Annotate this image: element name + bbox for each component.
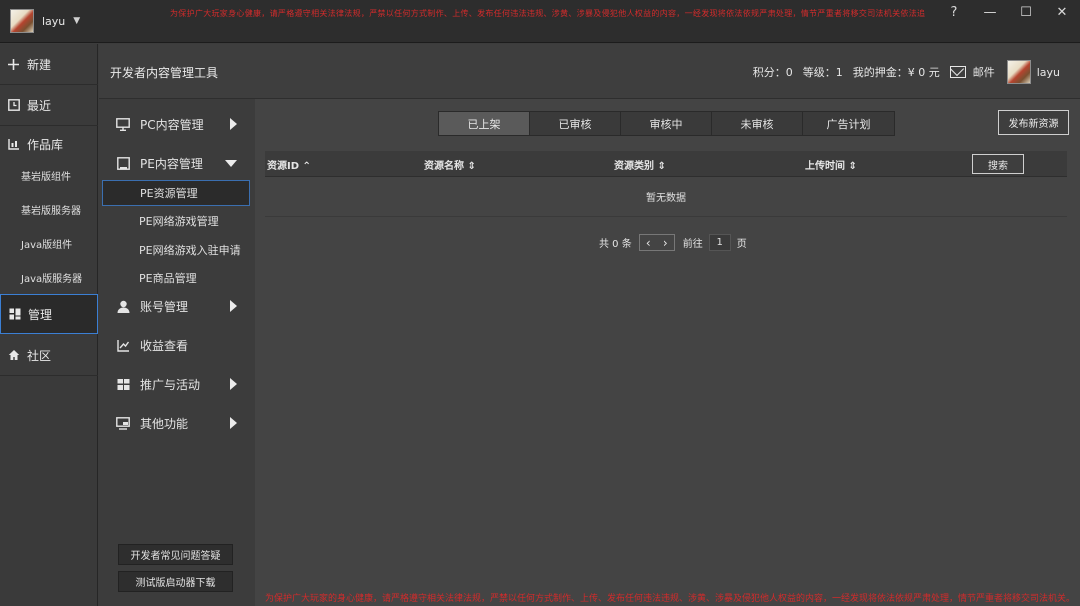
goto-label: 前往 [682,239,703,250]
sidebar-item-label: PC内容管理 [140,118,204,132]
minimize-button[interactable]: — [972,0,1008,24]
tablet-icon [116,157,130,171]
title-bar: layu ▼ 为保护广大玩家身心健康，请严格遵守相关法律法规，严禁以任何方式制作… [0,0,1080,43]
sidebar-item-label: 其他功能 [140,417,189,431]
rail-item-recent[interactable]: 最近 [0,85,98,125]
status-tabs: 已上架 已审核 审核中 未审核 广告计划 [438,111,895,136]
faq-button[interactable]: 开发者常见问题答疑 [118,544,233,565]
mail-icon[interactable] [949,66,966,78]
maximize-button[interactable]: ☐ [1008,0,1044,24]
sidebar-item-account[interactable]: 账号管理 [99,287,255,326]
chevron-down-icon[interactable]: ▼ [73,16,80,26]
mail-link[interactable]: 邮件 [973,64,995,80]
beta-launcher-download-button[interactable]: 测试版启动器下载 [118,571,233,592]
empty-state: 暂无数据 [265,177,1067,217]
user-menu[interactable]: layu ▼ [10,9,80,33]
main-content: 已上架 已审核 审核中 未审核 广告计划 发布新资源 资源ID ⌃ 资源名称 ⇕… [255,99,1080,606]
avatar[interactable] [1006,60,1031,84]
deposit-label: 我的押金：¥ 0 元 [852,66,940,79]
chevron-right-icon [230,300,237,312]
search-button[interactable]: 搜索 [972,154,1024,174]
account-summary: 积分：0 等级：1 我的押金：¥ 0 元 邮件 layu [743,60,1060,84]
prev-page-button[interactable]: ‹ [646,236,651,250]
page-title: 开发者内容管理工具 [110,66,219,80]
home-icon [7,349,20,362]
sidebar-subitem-pe-online-game[interactable]: PE网络游戏管理 [102,208,250,234]
resource-table: 资源ID ⌃ 资源名称 ⇕ 资源类别 ⇕ 上传时间 ⇕ 搜索 暂无数据 [265,151,1067,217]
sidebar-subitem-pe-resource[interactable]: PE资源管理 [102,180,250,206]
tab-reviewing[interactable]: 审核中 [621,112,712,135]
rail-item-label: 作品库 [27,137,64,152]
column-resource-category[interactable]: 资源类别 ⇕ [614,151,666,177]
sidebar-item-pc-content[interactable]: PC内容管理 [99,105,255,144]
username: layu [1036,65,1060,79]
chevron-right-icon [230,417,237,429]
sidebar-item-label: PE内容管理 [140,157,203,171]
sidebar-item-label: 收益查看 [140,339,189,353]
rail-item-label: 最近 [27,98,52,113]
next-page-button[interactable]: › [663,236,668,250]
rail-subitem-bedrock-component[interactable]: 基岩版组件 [0,158,98,192]
total-count: 共 0 条 [599,239,632,250]
chevron-right-icon [230,118,237,130]
divider [0,375,98,376]
window-controls: ? — ☐ ✕ [936,0,1080,24]
tab-ad-plan[interactable]: 广告计划 [803,112,894,135]
sidebar-item-earnings[interactable]: 收益查看 [99,326,255,365]
username: layu [42,14,66,28]
rail-item-label: 新建 [27,57,52,72]
chevron-down-icon [225,160,237,167]
footer-notice: 为保护广大玩家的身心健康，请严格遵守相关法律法规，严禁以任何方式制作、上传、发布… [265,594,1076,604]
avatar[interactable] [10,9,34,33]
chart-trend-icon [116,339,130,353]
chevron-right-icon [230,378,237,390]
left-rail: 新建 最近 作品库 基岩版组件 基岩版服务器 Java版组件 Java版服务器 … [0,44,98,606]
publish-new-resource-button[interactable]: 发布新资源 [998,110,1069,135]
top-notice: 为保护广大玩家身心健康，请严格遵守相关法律法规，严禁以任何方式制作、上传、发布任… [170,9,925,18]
plus-icon [7,58,20,71]
user-icon [116,300,130,314]
sidebar-item-other[interactable]: 其他功能 [99,404,255,443]
library-icon [7,138,20,151]
sidebar-item-label: 账号管理 [140,300,189,314]
tab-unreviewed[interactable]: 未审核 [712,112,803,135]
rail-item-new[interactable]: 新建 [0,44,98,84]
sidebar-item-label: 推广与活动 [140,378,201,392]
page-unit-label: 页 [736,239,747,250]
promotion-icon [116,378,130,392]
rail-subitem-bedrock-server[interactable]: 基岩版服务器 [0,192,98,226]
column-resource-name[interactable]: 资源名称 ⇕ [424,151,476,177]
table-header: 资源ID ⌃ 资源名称 ⇕ 资源类别 ⇕ 上传时间 ⇕ 搜索 [265,151,1067,177]
manage-icon [8,308,21,321]
rail-item-manage[interactable]: 管理 [0,294,98,334]
level-label: 等级：1 [802,66,843,79]
points-label: 积分：0 [752,66,793,79]
secondary-sidebar: PC内容管理 PE内容管理 PE资源管理 PE网络游戏管理 PE网络游戏入驻申请… [99,99,255,606]
rail-item-label: 社区 [27,348,52,363]
tab-listed[interactable]: 已上架 [439,112,530,135]
help-button[interactable]: ? [936,0,972,24]
rail-subitem-java-component[interactable]: Java版组件 [0,226,98,260]
content-header: 开发者内容管理工具 积分：0 等级：1 我的押金：¥ 0 元 邮件 layu [99,44,1080,99]
column-upload-time[interactable]: 上传时间 ⇕ [805,151,857,177]
tab-approved[interactable]: 已审核 [530,112,621,135]
rail-item-label: 管理 [28,307,53,322]
sidebar-subitem-pe-online-apply[interactable]: PE网络游戏入驻申请 [102,237,250,263]
pagination: 共 0 条 ‹ › 前往 1 页 [599,234,747,251]
column-resource-id[interactable]: 资源ID ⌃ [267,151,311,177]
page-nav: ‹ › [638,234,675,251]
display-icon [116,417,130,431]
close-button[interactable]: ✕ [1044,0,1080,24]
monitor-icon [116,118,130,132]
sidebar-item-pe-content[interactable]: PE内容管理 [99,144,255,183]
sidebar-item-promotion[interactable]: 推广与活动 [99,365,255,404]
page-number-input[interactable]: 1 [708,234,731,251]
rail-subitem-java-server[interactable]: Java版服务器 [0,260,98,294]
rail-item-community[interactable]: 社区 [0,335,98,375]
recent-icon [7,99,20,112]
